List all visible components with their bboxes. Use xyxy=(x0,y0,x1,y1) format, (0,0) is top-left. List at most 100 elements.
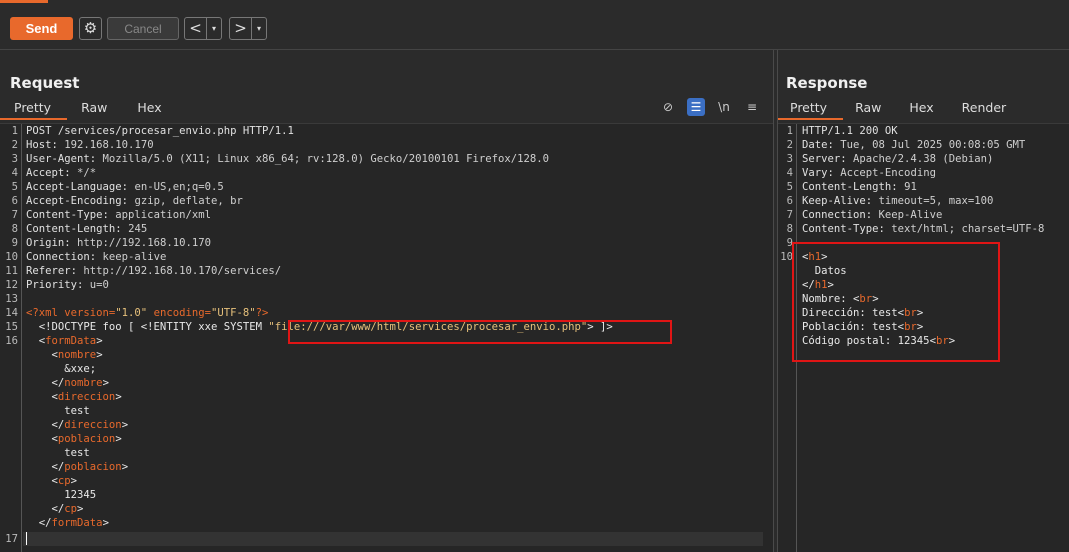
code-line: <nombre> xyxy=(0,348,773,362)
code-line: 7 Connection: Keep-Alive xyxy=(778,208,1069,222)
line-text: Content-Length: 245 xyxy=(26,222,147,236)
xml-tag: formData xyxy=(45,335,97,347)
header-name: Accept-Encoding: xyxy=(26,195,135,207)
header-value: 245 xyxy=(128,223,148,235)
eye-off-icon[interactable]: ⊘ xyxy=(659,98,677,116)
tab-hex[interactable]: Hex xyxy=(897,98,949,120)
back-arrow-icon[interactable]: < xyxy=(185,18,207,39)
code-line: </cp> xyxy=(0,502,773,516)
header-value: Apache/2.4.38 (Debian) xyxy=(853,153,994,165)
tab-pretty[interactable]: Pretty xyxy=(0,98,68,120)
xml-decl-close: ?> xyxy=(255,307,269,319)
back-dropdown-icon[interactable]: ▾ xyxy=(207,18,221,39)
line-number: 4 xyxy=(11,167,18,179)
line-number: 15 xyxy=(5,321,18,333)
line-number: 9 xyxy=(11,237,18,249)
forward-dropdown-icon[interactable]: ▾ xyxy=(252,18,266,39)
gear-icon[interactable]: ⚙ xyxy=(79,17,102,40)
response-tabs: Pretty Raw Hex Render xyxy=(778,98,1022,120)
xml-text: 12345 xyxy=(64,489,97,501)
header-name: User-Agent: xyxy=(26,153,103,165)
response-editor[interactable]: 1 HTTP/1.1 200 OK 2 Date: Tue, 08 Jul 2025 … xyxy=(778,123,1069,552)
xml-bracket: </ xyxy=(51,461,65,473)
header-value: Tue, 08 Jul 2025 00:08:05 GMT xyxy=(840,139,1026,151)
line-text: </formData> xyxy=(26,516,109,530)
newline-icon[interactable]: \n xyxy=(715,98,733,116)
line-number: 13 xyxy=(5,293,18,305)
header-value: */* xyxy=(77,167,97,179)
line-number: 2 xyxy=(786,139,793,151)
menu-icon[interactable]: ≡ xyxy=(743,98,761,116)
line-number: 17 xyxy=(5,533,18,545)
back-history-group[interactable]: < ▾ xyxy=(184,17,222,40)
header-name: Date: xyxy=(802,139,841,151)
line-number: 8 xyxy=(11,223,18,235)
code-line: 8 Content-Length: 245 xyxy=(0,222,773,236)
xml-text: &xxe; xyxy=(64,363,97,375)
line-text: HTTP/1.1 200 OK xyxy=(802,124,898,138)
code-line: 14 <?xml version="1.0" encoding="UTF-8"?> xyxy=(0,306,773,320)
header-value: text/html; charset=UTF-8 xyxy=(891,223,1045,235)
xml-bracket: > xyxy=(115,433,122,445)
line-text: </direccion> xyxy=(26,418,129,432)
line-text: Priority: u=0 xyxy=(26,278,109,292)
tab-raw[interactable]: Raw xyxy=(67,98,123,120)
code-line: 10 Connection: keep-alive xyxy=(0,250,773,264)
xml-tag: direccion xyxy=(57,391,116,403)
xml-bracket: > xyxy=(77,503,84,515)
request-title: Request xyxy=(10,74,80,92)
header-value: 192.168.10.170 xyxy=(64,139,154,151)
xml-bracket: > xyxy=(121,461,129,473)
line-number: 1 xyxy=(786,125,793,137)
tab-hex[interactable]: Hex xyxy=(123,98,177,120)
forward-arrow-icon[interactable]: > xyxy=(230,18,252,39)
request-editor[interactable]: 1 POST /services/procesar_envio.php HTTP/… xyxy=(0,123,773,552)
forward-history-group[interactable]: > ▾ xyxy=(229,17,267,40)
code-line: 3 User-Agent: Mozilla/5.0 (X11; Linux x86… xyxy=(0,152,773,166)
line-text: Connection: Keep-Alive xyxy=(802,208,942,222)
line-number: 8 xyxy=(786,223,793,235)
line-text: test xyxy=(26,446,90,460)
highlight-doctype xyxy=(288,320,672,344)
line-text: </poblacion> xyxy=(26,460,129,474)
line-text: <?xml version="1.0" encoding="UTF-8"?> xyxy=(26,306,268,320)
line-text: Date: Tue, 08 Jul 2025 00:08:05 GMT xyxy=(802,138,1025,152)
line-number: 10 xyxy=(5,251,18,263)
xml-bracket: > xyxy=(96,335,103,347)
header-name: Content-Length: xyxy=(26,223,129,235)
tab-raw[interactable]: Raw xyxy=(843,98,897,120)
line-text: Vary: Accept-Encoding xyxy=(802,166,936,180)
wrap-icon[interactable]: ☰ xyxy=(687,98,705,116)
send-button[interactable]: Send xyxy=(10,17,73,40)
tab-pretty[interactable]: Pretty xyxy=(778,98,844,120)
tab-render[interactable]: Render xyxy=(950,98,1023,120)
doctype: <!DOCTYPE foo [ <!ENTITY xxe SYSTEM xyxy=(26,321,269,333)
code-line: 2 Host: 192.168.10.170 xyxy=(0,138,773,152)
request-tools: ⊘ ☰ \n ≡ xyxy=(659,98,761,116)
xml-text: test xyxy=(64,447,90,459)
code-line: 12 Priority: u=0 xyxy=(0,278,773,292)
line-number: 1 xyxy=(11,125,18,137)
header-value: en-US,en;q=0.5 xyxy=(134,181,224,193)
response-pane: Response Pretty Raw Hex Render 1 HTTP/1.1 20… xyxy=(777,50,1069,552)
line-text: &xxe; xyxy=(26,362,96,376)
line-number: 14 xyxy=(5,307,18,319)
code-line: </poblacion> xyxy=(0,460,773,474)
cancel-button[interactable]: Cancel xyxy=(107,17,179,40)
header-name: Connection: xyxy=(26,251,103,263)
header-name: Connection: xyxy=(802,209,879,221)
code-line: 2 Date: Tue, 08 Jul 2025 00:08:05 GMT xyxy=(778,138,1069,152)
line-text: <cp> xyxy=(26,474,78,488)
request-pane: Request Pretty Raw Hex ⊘ ☰ \n ≡ 1 POST /ser… xyxy=(0,50,774,552)
code-line: &xxe; xyxy=(0,362,773,376)
line-text: Server: Apache/2.4.38 (Debian) xyxy=(802,152,993,166)
